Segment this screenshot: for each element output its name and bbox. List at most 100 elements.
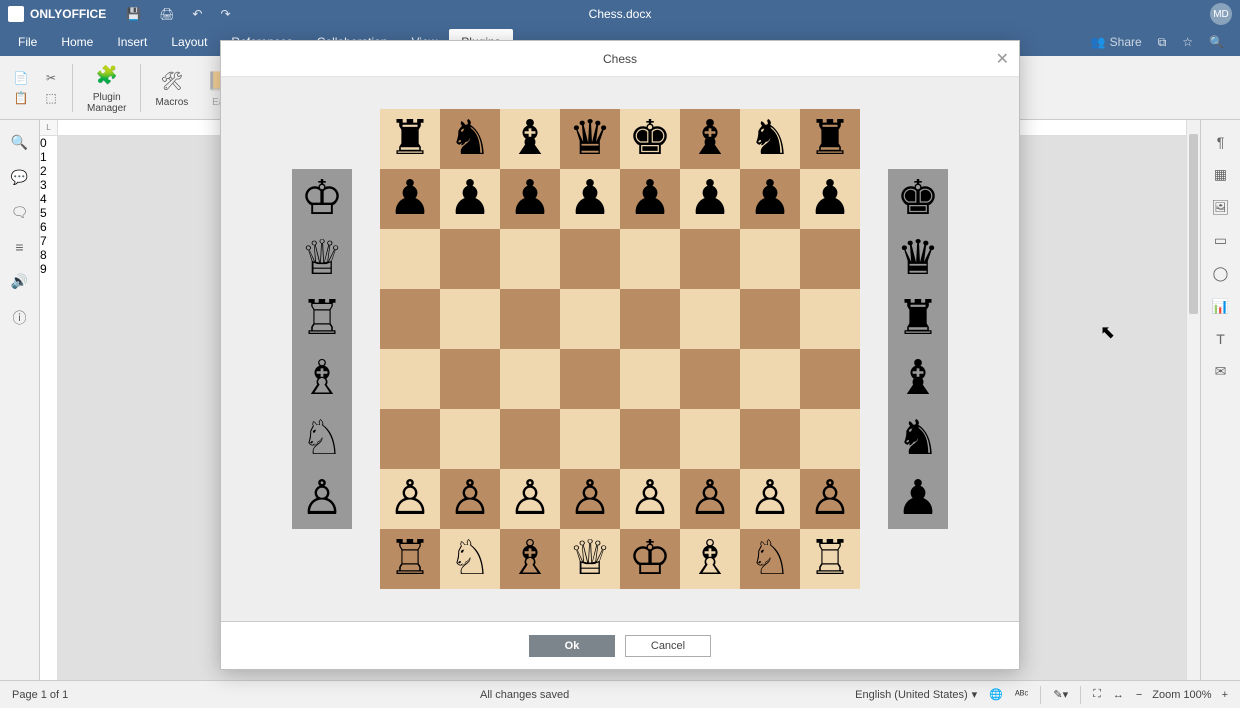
board-square[interactable]: ♟ xyxy=(800,169,860,229)
board-square[interactable] xyxy=(440,349,500,409)
share-button[interactable]: 👥 Share xyxy=(1091,35,1142,49)
board-square[interactable]: ♗ xyxy=(500,529,560,589)
board-square[interactable]: ♚ xyxy=(620,109,680,169)
paragraph-settings-icon[interactable]: ¶ xyxy=(1217,134,1225,150)
zoom-level[interactable]: Zoom 100% xyxy=(1152,689,1211,701)
board-square[interactable] xyxy=(560,349,620,409)
mail-merge-icon[interactable]: ✉ xyxy=(1215,363,1227,380)
shape-settings-icon[interactable]: ◯ xyxy=(1213,265,1229,282)
tray-piece-wP[interactable]: ♙ xyxy=(292,469,352,529)
chess-board[interactable]: ♜♞♝♛♚♝♞♜♟♟♟♟♟♟♟♟♙♙♙♙♙♙♙♙♖♘♗♕♔♗♘♖ xyxy=(380,109,860,589)
user-avatar[interactable]: MD xyxy=(1210,3,1232,25)
board-square[interactable] xyxy=(440,289,500,349)
board-square[interactable]: ♘ xyxy=(740,529,800,589)
board-square[interactable]: ♙ xyxy=(500,469,560,529)
spellcheck-abc-icon[interactable]: ᴬᴮᶜ xyxy=(1015,689,1028,701)
board-square[interactable] xyxy=(800,229,860,289)
copy-icon[interactable]: 📄 xyxy=(12,71,30,85)
tray-piece-bR[interactable]: ♜ xyxy=(888,289,948,349)
undo-icon[interactable]: ↶ xyxy=(192,7,202,21)
board-square[interactable] xyxy=(380,409,440,469)
board-square[interactable]: ♞ xyxy=(740,109,800,169)
board-square[interactable] xyxy=(800,349,860,409)
board-square[interactable]: ♙ xyxy=(680,469,740,529)
board-square[interactable]: ♟ xyxy=(440,169,500,229)
cancel-button[interactable]: Cancel xyxy=(625,635,711,657)
board-square[interactable]: ♟ xyxy=(380,169,440,229)
board-square[interactable] xyxy=(560,229,620,289)
tray-piece-bQ[interactable]: ♛ xyxy=(888,229,948,289)
open-location-icon[interactable]: ⧉ xyxy=(1158,35,1167,50)
board-square[interactable] xyxy=(680,349,740,409)
board-square[interactable] xyxy=(560,289,620,349)
save-icon[interactable]: 💾 xyxy=(126,7,141,21)
board-square[interactable] xyxy=(500,289,560,349)
menu-layout[interactable]: Layout xyxy=(159,29,219,55)
comments-icon[interactable]: 💬 xyxy=(11,169,28,186)
menu-home[interactable]: Home xyxy=(49,29,105,55)
vertical-scrollbar[interactable] xyxy=(1186,120,1200,680)
track-changes-icon[interactable]: ✎▾ xyxy=(1053,688,1068,701)
macros-button[interactable]: 🛠 Macros xyxy=(149,63,194,112)
close-icon[interactable]: ✕ xyxy=(996,49,1009,69)
board-square[interactable]: ♟ xyxy=(620,169,680,229)
board-square[interactable]: ♙ xyxy=(380,469,440,529)
board-square[interactable] xyxy=(740,289,800,349)
board-square[interactable]: ♔ xyxy=(620,529,680,589)
board-square[interactable] xyxy=(620,409,680,469)
board-square[interactable] xyxy=(800,409,860,469)
chat-icon[interactable]: 🗨 xyxy=(11,204,29,221)
fit-page-icon[interactable]: ⛶ xyxy=(1093,688,1101,701)
board-square[interactable] xyxy=(740,229,800,289)
image-settings-icon[interactable]: 🖼 xyxy=(1212,199,1230,216)
board-square[interactable] xyxy=(620,229,680,289)
board-square[interactable] xyxy=(680,289,740,349)
board-square[interactable]: ♞ xyxy=(440,109,500,169)
feedback-icon[interactable]: 🔊 xyxy=(11,273,28,290)
menu-file[interactable]: File xyxy=(6,29,49,55)
search-icon[interactable]: 🔍 xyxy=(1209,35,1224,49)
board-square[interactable]: ♖ xyxy=(800,529,860,589)
board-square[interactable] xyxy=(620,349,680,409)
print-icon[interactable]: 🖨 xyxy=(159,7,174,21)
board-square[interactable] xyxy=(440,229,500,289)
tray-piece-wN[interactable]: ♘ xyxy=(292,409,352,469)
language-selector[interactable]: English (United States) ▾ xyxy=(855,688,977,701)
board-square[interactable] xyxy=(740,409,800,469)
tray-piece-wR[interactable]: ♖ xyxy=(292,289,352,349)
board-square[interactable]: ♟ xyxy=(500,169,560,229)
select-icon[interactable]: ⬚ xyxy=(42,91,60,105)
tray-piece-bN[interactable]: ♞ xyxy=(888,409,948,469)
tray-piece-bK[interactable]: ♚ xyxy=(888,169,948,229)
board-square[interactable]: ♗ xyxy=(680,529,740,589)
board-square[interactable]: ♙ xyxy=(800,469,860,529)
board-square[interactable] xyxy=(500,349,560,409)
board-square[interactable]: ♜ xyxy=(800,109,860,169)
zoom-out-icon[interactable]: − xyxy=(1136,689,1142,701)
board-square[interactable] xyxy=(620,289,680,349)
board-square[interactable] xyxy=(380,289,440,349)
board-square[interactable] xyxy=(440,409,500,469)
paste-icon[interactable]: 📋 xyxy=(12,91,30,105)
board-square[interactable] xyxy=(500,229,560,289)
plugin-manager-button[interactable]: 🧩 Plugin Manager xyxy=(81,58,132,118)
board-square[interactable]: ♙ xyxy=(440,469,500,529)
chart-settings-icon[interactable]: 📊 xyxy=(1212,298,1229,315)
navigation-icon[interactable]: ≡ xyxy=(15,239,23,255)
board-square[interactable]: ♝ xyxy=(680,109,740,169)
board-square[interactable] xyxy=(740,349,800,409)
board-square[interactable]: ♟ xyxy=(560,169,620,229)
board-square[interactable] xyxy=(380,229,440,289)
favorite-icon[interactable]: ☆ xyxy=(1182,35,1193,49)
board-square[interactable]: ♘ xyxy=(440,529,500,589)
board-square[interactable]: ♛ xyxy=(560,109,620,169)
board-square[interactable]: ♟ xyxy=(740,169,800,229)
tray-piece-wQ[interactable]: ♕ xyxy=(292,229,352,289)
board-square[interactable] xyxy=(680,229,740,289)
table-settings-icon[interactable]: ▦ xyxy=(1214,166,1227,183)
page-indicator[interactable]: Page 1 of 1 xyxy=(12,689,68,701)
cut-icon[interactable]: ✂ xyxy=(42,71,60,85)
board-square[interactable] xyxy=(680,409,740,469)
board-square[interactable]: ♖ xyxy=(380,529,440,589)
tray-piece-bP[interactable]: ♟ xyxy=(888,469,948,529)
